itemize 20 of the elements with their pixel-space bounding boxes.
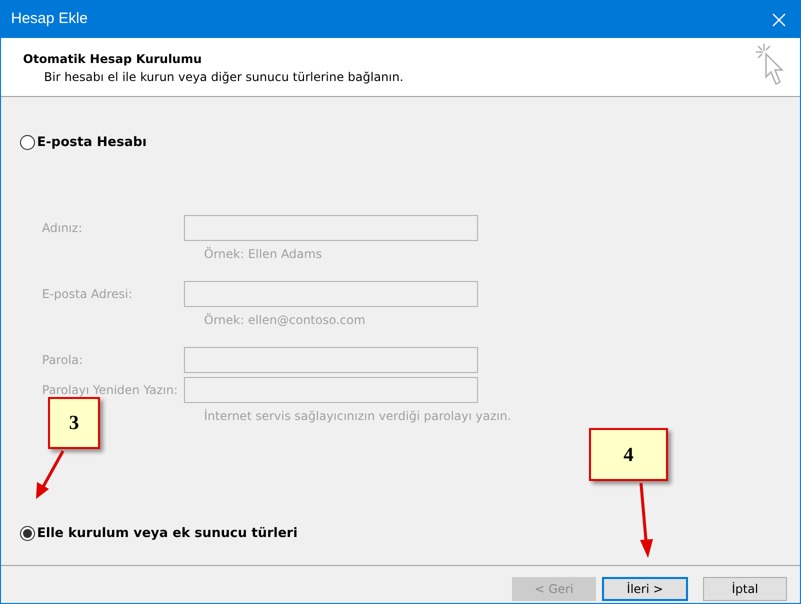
callout-box: 4 [589,428,668,481]
dialog-button[interactable]: İleri > [602,577,688,601]
radio-label[interactable]: Elle kurulum veya ek sunucu türleri [37,524,298,543]
dialog-button[interactable]: İptal [703,577,787,601]
callout-box: 3 [48,397,100,449]
hint-text: İnternet servis sağlayıcınızın verdiği parolayı yazın. [204,408,512,424]
field-label: Adınız: [42,220,84,237]
radio-button[interactable] [20,526,35,541]
header-subtitle: Bir hesabı el ile kurun veya diğer sunucu türlerine bağlanın. [44,69,404,86]
hint-text: Örnek: Ellen Adams [204,246,323,262]
arrow [36,450,64,499]
window-title: Hesap Ekle [11,9,88,30]
close-icon[interactable] [772,12,786,26]
radio-button[interactable] [20,135,35,150]
field-label: E-posta Adresi: [42,286,134,303]
radio-label[interactable]: E-posta Hesabı [37,133,147,152]
field-label: Parolayı Yeniden Yazın: [42,382,179,399]
hint-text: Örnek: ellen@contoso.com [204,312,366,328]
field-label: Parola: [42,352,84,369]
header-title: Otomatik Hesap Kurulumu [23,51,203,68]
